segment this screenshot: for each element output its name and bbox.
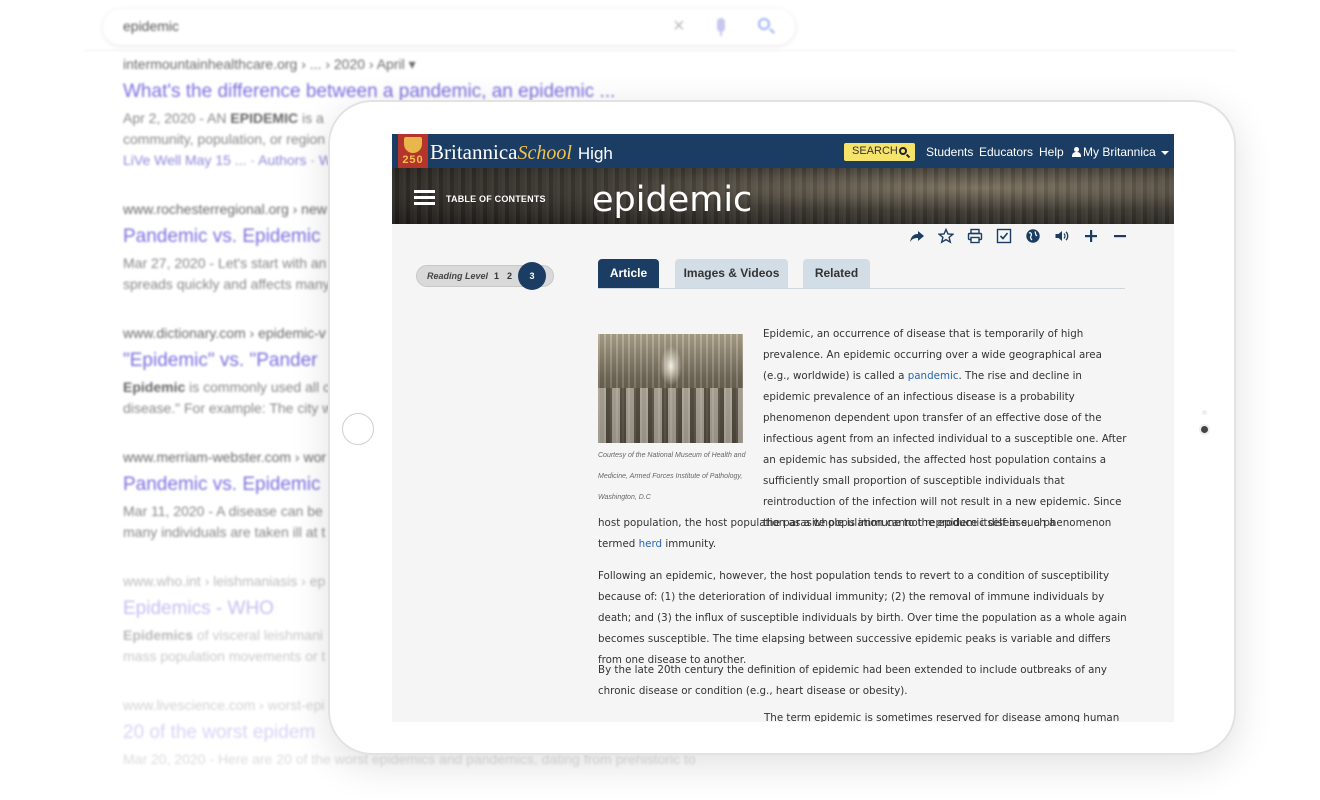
crest-icon <box>404 137 422 153</box>
search-query[interactable]: epidemic <box>123 18 179 34</box>
user-icon <box>1072 147 1081 157</box>
article-hero: TABLE OF CONTENTS epidemic <box>392 168 1174 224</box>
nav-educators[interactable]: Educators <box>979 145 1033 159</box>
logo-number: 250 <box>402 154 424 166</box>
reading-level-1[interactable]: 1 <box>494 271 499 281</box>
table-of-contents-button[interactable]: TABLE OF CONTENTS <box>446 194 546 204</box>
article-image[interactable] <box>598 334 743 443</box>
article-paragraph-continued: host population, the host population as … <box>598 517 1112 550</box>
tablet-sensor <box>1202 410 1207 415</box>
search-icon[interactable] <box>758 18 770 30</box>
tablet-camera <box>1201 426 1208 433</box>
brand-name[interactable]: BritannicaSchool High <box>430 140 613 165</box>
reading-level-3-active[interactable]: 3 <box>518 262 546 290</box>
nav-students[interactable]: Students <box>926 145 973 159</box>
zoom-out-icon[interactable] <box>1111 228 1129 246</box>
site-header: 250 BritannicaSchool High SEARCH Students… <box>392 134 1174 168</box>
result-url: intermountainhealthcare.org › ... › 2020… <box>123 56 416 72</box>
divider <box>85 50 1235 51</box>
tabs-divider <box>598 288 1125 289</box>
article-paragraph: Following an epidemic, however, the host… <box>598 570 1127 666</box>
image-caption: Courtesy of the National Museum of Healt… <box>598 452 746 501</box>
search-icon <box>899 147 907 155</box>
tablet-frame: 250 BritannicaSchool High SEARCH Students… <box>328 100 1236 755</box>
my-britannica-menu[interactable]: My Britannica <box>1072 145 1169 159</box>
checklist-icon[interactable] <box>995 228 1013 246</box>
clear-icon[interactable]: × <box>673 15 685 38</box>
link-herd[interactable]: herd <box>639 538 662 550</box>
article-title: epidemic <box>592 180 753 220</box>
search-bar[interactable]: epidemic × <box>103 9 795 45</box>
article-paragraph: Epidemic, an occurrence of disease that … <box>763 328 1127 529</box>
article-paragraph: By the late 20th century the definition … <box>598 664 1108 697</box>
share-icon[interactable] <box>908 228 926 246</box>
star-icon[interactable] <box>937 227 955 246</box>
search-button[interactable]: SEARCH <box>844 143 915 161</box>
nav-help[interactable]: Help <box>1039 145 1064 159</box>
reading-level-label: Reading Level <box>427 271 489 281</box>
tablet-home-button[interactable] <box>342 413 374 445</box>
audio-icon[interactable] <box>1053 228 1071 246</box>
microphone-icon[interactable] <box>717 18 725 36</box>
reading-level-selector: Reading Level 1 2 3 <box>416 262 554 290</box>
tab-article[interactable]: Article <box>598 259 659 288</box>
tab-images-videos[interactable]: Images & Videos <box>675 259 788 288</box>
link-pandemic[interactable]: pandemic <box>908 370 959 382</box>
britannica-logo[interactable]: 250 <box>398 134 428 168</box>
table-of-contents-icon[interactable] <box>414 190 435 206</box>
tab-related[interactable]: Related <box>803 259 870 288</box>
article-paragraph-cut: The term epidemic is sometimes reserved … <box>764 712 1120 722</box>
chevron-down-icon <box>1160 150 1169 155</box>
britannica-screen: 250 BritannicaSchool High SEARCH Students… <box>392 134 1174 722</box>
globe-icon[interactable] <box>1024 228 1042 246</box>
reading-level-2[interactable]: 2 <box>507 271 512 281</box>
zoom-in-icon[interactable] <box>1082 228 1100 246</box>
print-icon[interactable] <box>966 228 984 246</box>
